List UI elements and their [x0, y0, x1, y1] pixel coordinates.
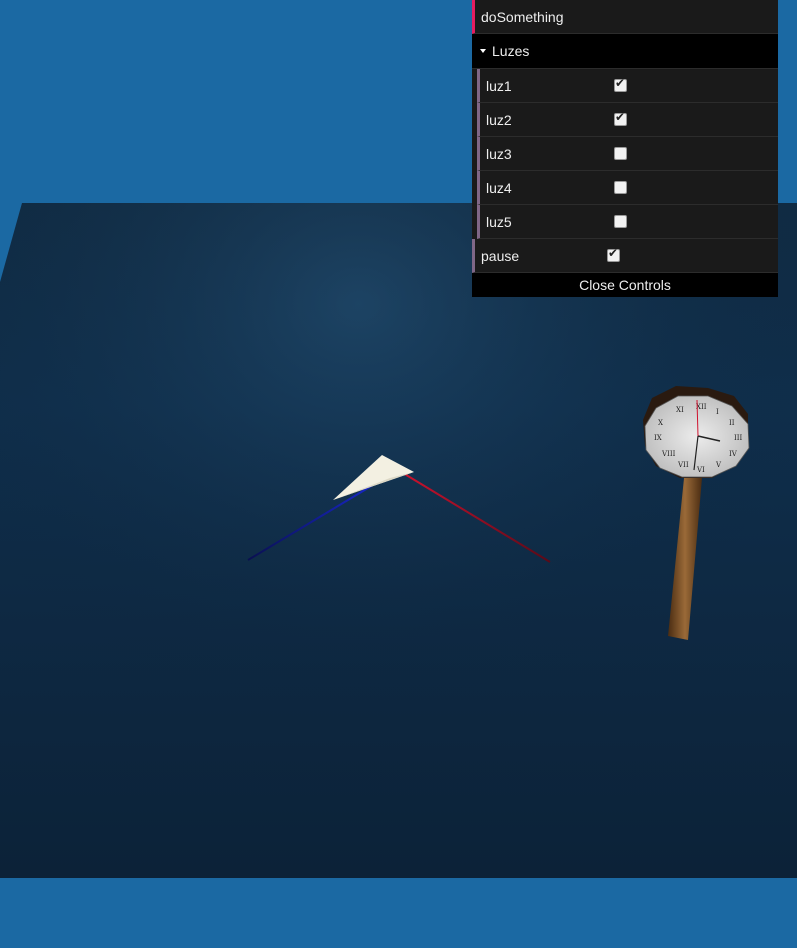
folder-luzes-label: Luzes [492, 43, 530, 59]
caret-down-icon [480, 49, 486, 53]
svg-text:VI: VI [696, 466, 705, 474]
do-something-label: doSomething [481, 8, 564, 25]
folder-luzes-title[interactable]: Luzes [472, 34, 778, 69]
light-label: luz1 [486, 77, 512, 94]
light-row-luz4[interactable]: luz4 [477, 171, 778, 205]
light-label: luz5 [486, 213, 512, 230]
light-checkbox[interactable] [614, 110, 627, 126]
pause-row[interactable]: pause [472, 239, 778, 273]
pause-label: pause [481, 247, 520, 264]
svg-text:III: III [734, 434, 743, 442]
do-something-button[interactable]: doSomething [472, 0, 778, 34]
light-row-luz5[interactable]: luz5 [477, 205, 778, 239]
light-checkbox[interactable] [614, 76, 627, 92]
light-row-luz2[interactable]: luz2 [477, 103, 778, 137]
svg-text:V: V [715, 461, 722, 469]
svg-text:XI: XI [676, 406, 684, 414]
light-checkbox[interactable] [614, 215, 627, 228]
light-label: luz2 [486, 111, 512, 128]
svg-text:IX: IX [654, 434, 662, 442]
light-label: luz3 [486, 145, 512, 162]
pause-checkbox[interactable] [607, 246, 620, 262]
close-controls-button[interactable]: Close Controls [472, 273, 778, 297]
svg-text:I: I [716, 408, 719, 416]
light-checkbox[interactable] [614, 181, 627, 194]
svg-text:X: X [658, 419, 663, 427]
light-checkbox[interactable] [614, 147, 627, 160]
light-label: luz4 [486, 179, 512, 196]
svg-text:IV: IV [729, 450, 738, 458]
folder-luzes: luz1 luz2 luz3 luz4 luz5 [477, 69, 778, 239]
light-row-luz3[interactable]: luz3 [477, 137, 778, 171]
light-row-luz1[interactable]: luz1 [477, 69, 778, 103]
svg-text:II: II [729, 419, 735, 427]
svg-text:VII: VII [677, 461, 689, 469]
svg-text:VIII: VIII [661, 450, 676, 458]
dat-gui-panel: doSomething Luzes luz1 luz2 luz3 luz4 lu… [472, 0, 778, 297]
